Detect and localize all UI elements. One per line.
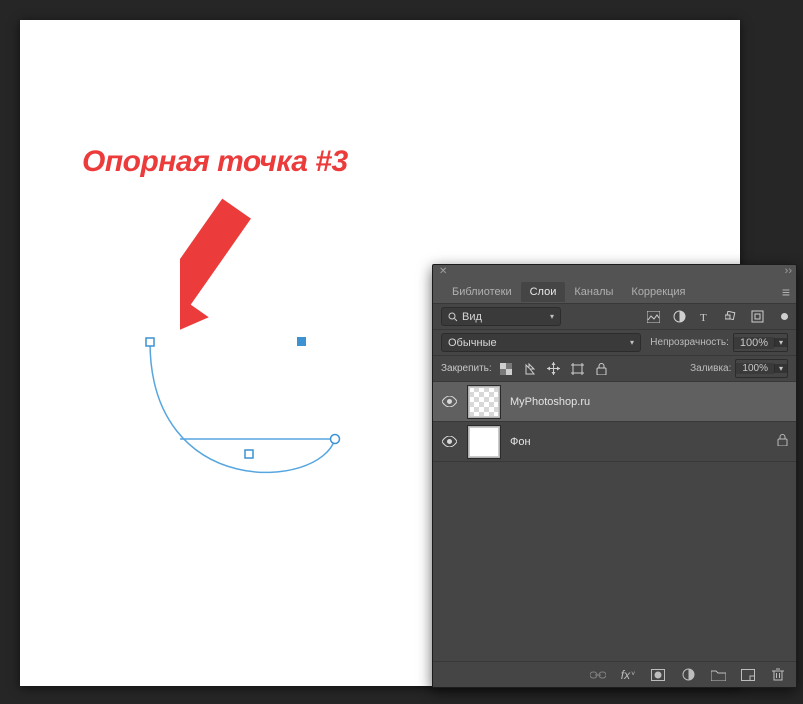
fill-value: 100% — [736, 363, 774, 374]
filter-toggle[interactable] — [781, 313, 788, 320]
lock-label: Закрепить: — [441, 363, 492, 374]
new-layer-icon[interactable] — [740, 667, 756, 683]
filter-adjustment-icon[interactable] — [671, 309, 687, 325]
tab-libraries[interactable]: Библиотеки — [443, 282, 521, 302]
eye-icon — [442, 396, 457, 407]
collapse-icon[interactable]: ›› — [785, 265, 792, 277]
fill-field[interactable]: 100% ▾ — [735, 359, 788, 378]
opacity-field[interactable]: 100% ▾ — [733, 333, 788, 352]
search-icon — [448, 312, 458, 322]
direction-handle[interactable] — [331, 435, 340, 444]
link-layers-icon[interactable] — [590, 667, 606, 683]
layer-row[interactable]: Фон — [433, 422, 796, 462]
lock-image-icon[interactable] — [522, 361, 538, 377]
panel-menu-icon[interactable]: ≡ — [782, 284, 790, 300]
blend-row: Обычные ▾ Непрозрачность: 100% ▾ — [433, 330, 796, 356]
eye-icon — [442, 436, 457, 447]
opacity-value: 100% — [734, 337, 774, 349]
filter-kind-select[interactable]: Вид ▾ — [441, 307, 561, 326]
anchor-point-1[interactable] — [146, 338, 154, 346]
lock-position-icon[interactable] — [546, 361, 562, 377]
visibility-toggle[interactable] — [441, 436, 458, 447]
layer-name[interactable]: MyPhotoshop.ru — [510, 396, 590, 408]
tab-layers[interactable]: Слои — [521, 282, 566, 302]
layer-fx-icon[interactable]: fx˅ — [620, 667, 636, 683]
fill-label: Заливка: — [690, 363, 731, 374]
annotation-label: Опорная точка #3 — [82, 145, 348, 179]
layer-filter-row: Вид ▾ T — [433, 304, 796, 330]
add-mask-icon[interactable] — [650, 667, 666, 683]
panel-topbar: ✕ ›› — [433, 265, 796, 280]
lock-transparency-icon[interactable] — [498, 361, 514, 377]
svg-text:T: T — [700, 312, 707, 323]
filter-kind-label: Вид — [462, 311, 482, 323]
layers-panel: ✕ ›› Библиотеки Слои Каналы Коррекция ≡ … — [432, 264, 797, 688]
chevron-down-icon: ▾ — [550, 312, 554, 321]
anchor-point-3-selected[interactable] — [297, 337, 306, 346]
filter-pixel-icon[interactable] — [645, 309, 661, 325]
layer-row[interactable]: MyPhotoshop.ru — [433, 382, 796, 422]
filter-type-icon[interactable]: T — [697, 309, 713, 325]
blend-mode-label: Обычные — [448, 337, 497, 349]
new-adjustment-layer-icon[interactable] — [680, 667, 696, 683]
blend-mode-select[interactable]: Обычные ▾ — [441, 333, 641, 352]
new-group-icon[interactable] — [710, 667, 726, 683]
filter-shape-icon[interactable] — [723, 309, 739, 325]
lock-artboard-icon[interactable] — [570, 361, 586, 377]
layer-name[interactable]: Фон — [510, 436, 531, 448]
chevron-down-icon: ▾ — [774, 364, 787, 373]
lock-row: Закрепить: Заливка: 100% ▾ — [433, 356, 796, 382]
panel-footer: fx˅ — [433, 661, 796, 687]
visibility-toggle[interactable] — [441, 396, 458, 407]
layer-thumbnail[interactable] — [468, 426, 500, 458]
lock-all-icon[interactable] — [594, 361, 610, 377]
filter-smart-icon[interactable] — [749, 309, 765, 325]
close-icon[interactable]: ✕ — [439, 266, 447, 277]
lock-icon — [777, 434, 788, 449]
layer-list: MyPhotoshop.ru Фон — [433, 382, 796, 661]
delete-layer-icon[interactable] — [770, 667, 786, 683]
layer-thumbnail[interactable] — [468, 386, 500, 418]
arrow-icon — [180, 180, 360, 380]
tab-adjustments[interactable]: Коррекция — [622, 282, 694, 302]
opacity-label: Непрозрачность: — [650, 337, 729, 348]
panel-tabs: Библиотеки Слои Каналы Коррекция ≡ — [433, 280, 796, 304]
anchor-point-2[interactable] — [245, 450, 253, 458]
chevron-down-icon: ▾ — [630, 338, 634, 347]
chevron-down-icon: ▾ — [774, 338, 787, 347]
tab-channels[interactable]: Каналы — [565, 282, 622, 302]
